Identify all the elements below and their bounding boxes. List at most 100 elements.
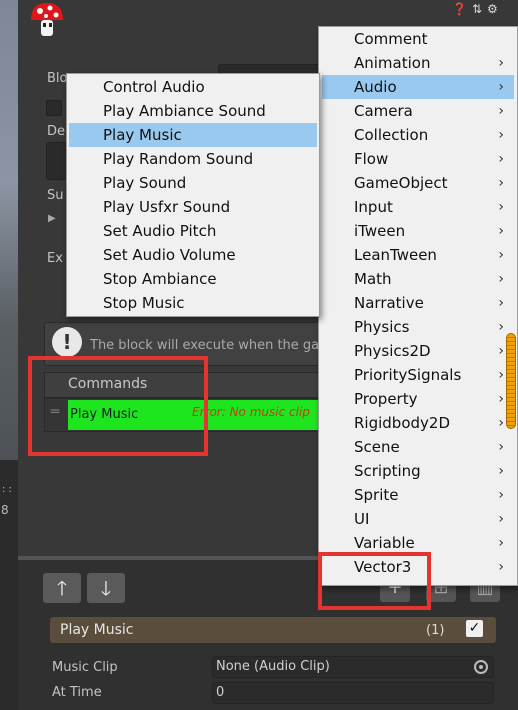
category-menu-item-label: UI [354,510,370,528]
category-menu-item-label: Audio [354,78,397,96]
category-menu-item-label: Physics [354,318,410,336]
audio-menu-item-label: Control Audio [103,78,205,96]
chevron-right-icon: › [498,271,504,287]
chevron-right-icon: › [498,535,504,551]
category-menu-item-label: Comment [354,30,428,48]
command-error-text: Error: No music clip [192,405,310,419]
chevron-right-icon: › [498,487,504,503]
exclamation-icon: ! [52,327,82,357]
category-menu-item[interactable]: iTween › [322,219,514,243]
chevron-right-icon: › [498,415,504,431]
help-icon[interactable]: ❓ [452,2,472,16]
highlight-box-command [28,356,208,456]
audio-menu-item-label: Stop Ambiance [103,270,217,288]
category-menu-item[interactable]: Animation › [322,51,514,75]
preset-icon[interactable]: ⇅ [472,2,487,16]
category-menu-item[interactable]: Rigidbody2D › [322,411,514,435]
category-menu-item[interactable]: Scene › [322,435,514,459]
chevron-right-icon: › [498,295,504,311]
audio-menu-item-label: Set Audio Volume [103,246,236,264]
chevron-right-icon: › [498,511,504,527]
category-menu-item[interactable]: Flow › [322,147,514,171]
music-clip-value: None (Audio Clip) [216,659,330,674]
scene-number: 8 [1,503,9,517]
block-toggle-checkbox[interactable] [46,100,62,116]
category-menu-item-label: Input [354,198,393,216]
audio-menu-item[interactable]: Stop Ambiance [69,267,317,291]
category-menu-item-label: Scripting [354,462,421,480]
category-menu-item-label: LeanTween [354,246,437,264]
inspector-header-icons: ❓⇅⚙ [452,2,503,16]
category-menu-item[interactable]: Physics › [322,315,514,339]
category-menu-item-label: Collection [354,126,429,144]
category-menu-item-label: Variable [354,534,415,552]
scene-sky [0,0,18,460]
audio-menu-item[interactable]: Play Random Sound [69,147,317,171]
settings-icon[interactable]: ⚙ [487,2,503,16]
chevron-right-icon: › [498,343,504,359]
command-enabled-checkbox[interactable]: ✓ [466,620,483,637]
scrollbar-thumb[interactable] [506,333,516,429]
chevron-right-icon: › [498,79,504,95]
chevron-right-icon: › [498,55,504,71]
audio-menu-item[interactable]: Set Audio Pitch [69,219,317,243]
category-menu-item-label: iTween [354,222,406,240]
category-menu-item-label: Rigidbody2D [354,414,450,432]
category-menu-item[interactable]: Audio › [322,75,514,99]
audio-menu-item-label: Play Usfxr Sound [103,198,231,216]
category-menu-item[interactable]: Property › [322,387,514,411]
category-menu-item[interactable]: Scripting › [322,459,514,483]
summary-label: Su [47,188,64,203]
audio-menu-item-label: Set Audio Pitch [103,222,217,240]
category-menu-item[interactable]: PrioritySignals › [322,363,514,387]
chevron-right-icon: › [498,367,504,383]
audio-menu-item-label: Play Random Sound [103,150,254,168]
audio-menu-item[interactable]: Play Usfxr Sound [69,195,317,219]
category-menu-item-label: Animation [354,54,431,72]
category-menu-item-label: PrioritySignals [354,366,462,384]
category-menu-item[interactable]: Collection › [322,123,514,147]
category-menu-item[interactable]: Comment [322,27,514,51]
command-category-menu: Comment Animation › Audio › Camera › Collection… [318,26,518,586]
audio-menu-item[interactable]: Stop Music [69,291,317,315]
audio-menu-item-label: Stop Music [103,294,185,312]
category-menu-item[interactable]: Sprite › [322,483,514,507]
category-menu-item[interactable]: Camera › [322,99,514,123]
execute-label: Ex [47,251,63,266]
category-menu-item-label: Narrative [354,294,424,312]
move-up-button[interactable]: 🡑 [43,573,81,603]
at-time-field[interactable] [212,682,494,704]
at-time-value: 0 [216,685,225,700]
category-menu-item[interactable]: Narrative › [322,291,514,315]
audio-menu-item[interactable]: Play Music [69,123,317,147]
audio-menu-item[interactable]: Control Audio [69,75,317,99]
audio-menu-item[interactable]: Play Ambiance Sound [69,99,317,123]
audio-menu-item[interactable]: Set Audio Volume [69,243,317,267]
category-menu-item[interactable]: GameObject › [322,171,514,195]
object-picker-icon[interactable] [474,660,488,674]
move-down-button[interactable]: 🡓 [87,573,125,603]
category-menu-item[interactable]: LeanTween › [322,243,514,267]
chevron-right-icon: › [498,247,504,263]
category-menu-item-label: Sprite [354,486,399,504]
audio-menu-item[interactable]: Play Sound [69,171,317,195]
chevron-right-icon: › [498,103,504,119]
category-menu-item[interactable]: Math › [322,267,514,291]
music-clip-label: Music Clip [52,660,118,675]
category-menu-item[interactable]: Physics2D › [322,339,514,363]
chevron-right-icon: › [498,391,504,407]
audio-menu-item-label: Play Music [103,126,182,144]
highlight-box-add [318,552,431,610]
category-menu-item-label: Property [354,390,418,408]
chevron-right-icon: › [498,439,504,455]
audio-menu-item-label: Play Ambiance Sound [103,102,266,120]
category-menu-item[interactable]: UI › [322,507,514,531]
flowchart-mushroom-icon [28,0,66,40]
chevron-right-icon: › [498,199,504,215]
chevron-right-icon: › [498,151,504,167]
category-menu-item-label: Physics2D [354,342,431,360]
info-text: The block will execute when the gam [90,338,332,353]
category-menu-item[interactable]: Input › [322,195,514,219]
expand-arrow-icon[interactable]: ▶ [48,213,56,224]
audio-submenu: Control Audio Play Ambiance Sound Play Mus… [66,73,320,317]
